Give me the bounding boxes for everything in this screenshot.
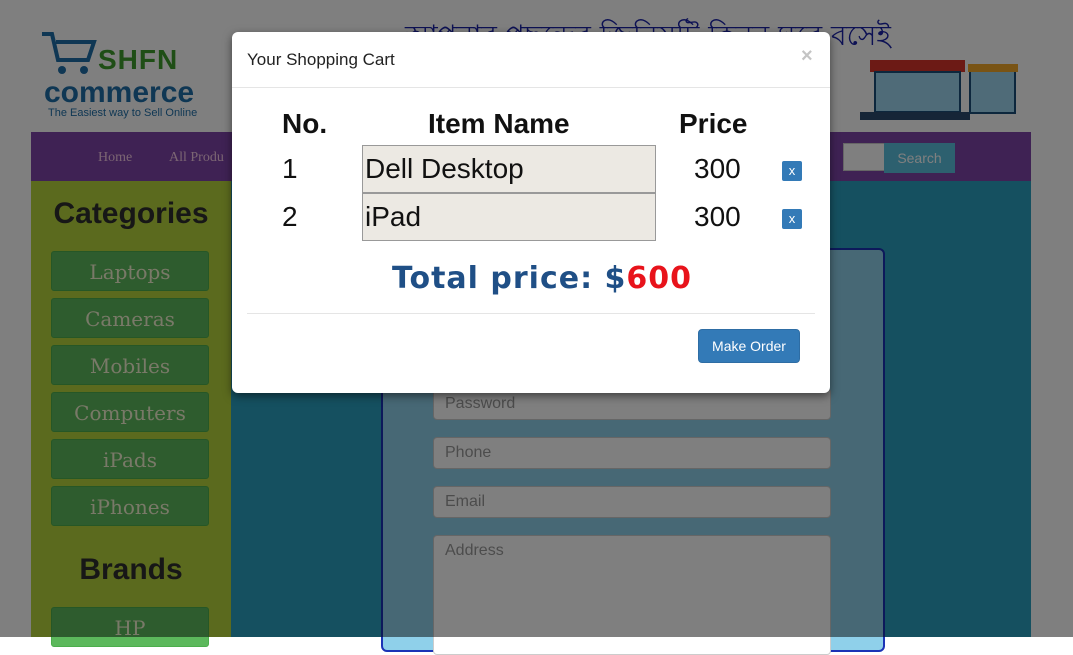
cart-row-price: 300 (694, 201, 741, 232)
modal-footer-divider (247, 313, 815, 314)
total-price: Total price: $600 (392, 261, 692, 296)
make-order-button[interactable]: Make Order (698, 329, 800, 363)
modal-title: Your Shopping Cart (247, 50, 395, 69)
total-label: Total price: (392, 261, 594, 296)
total-amount: 600 (626, 261, 693, 296)
shopping-cart-modal: Your Shopping Cart × No. Item Name Price… (232, 32, 830, 393)
close-icon[interactable]: × (801, 45, 813, 68)
cart-row-item-name: iPad (362, 193, 656, 241)
column-header-item-name: Item Name (428, 108, 570, 139)
cart-row-item-name: Dell Desktop (362, 145, 656, 193)
modal-header: Your Shopping Cart × (232, 32, 830, 88)
cart-row-price: 300 (694, 153, 741, 184)
column-header-no: No. (282, 108, 328, 139)
remove-item-button[interactable]: x (782, 209, 802, 229)
remove-item-button[interactable]: x (782, 161, 802, 181)
cart-row-no: 1 (282, 153, 298, 184)
total-currency: $ (604, 261, 627, 296)
cart-row-no: 2 (282, 201, 298, 232)
column-header-price: Price (679, 108, 748, 139)
